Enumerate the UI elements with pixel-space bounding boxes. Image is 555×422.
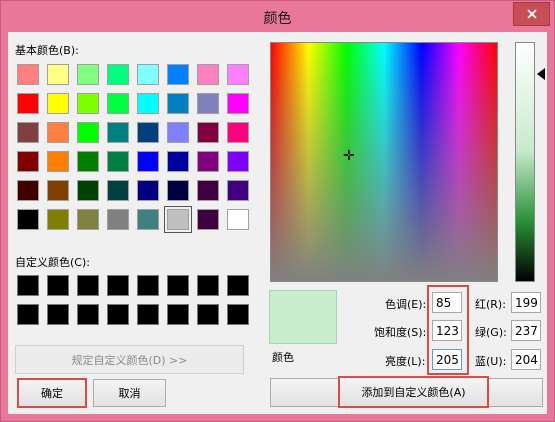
ok-button[interactable]: 确定 [17, 378, 87, 408]
basic-color-swatch[interactable] [17, 93, 39, 114]
custom-colors-label: 自定义颜色(C): [15, 256, 90, 269]
custom-color-swatch[interactable] [47, 304, 69, 325]
basic-color-swatch[interactable] [47, 122, 69, 143]
add-to-custom-colors-button[interactable]: 添加到自定义颜色(A) [338, 376, 489, 408]
basic-color-swatch[interactable] [197, 93, 219, 114]
cancel-button[interactable]: 取消 [93, 379, 166, 407]
green-label: 绿(G): [475, 326, 507, 339]
basic-color-swatch[interactable] [197, 64, 219, 85]
custom-color-swatch[interactable] [107, 304, 129, 325]
basic-color-swatch[interactable] [107, 64, 129, 85]
basic-color-swatch[interactable] [47, 151, 69, 172]
basic-color-swatch[interactable] [77, 180, 99, 201]
basic-color-swatch[interactable] [77, 151, 99, 172]
custom-color-swatch[interactable] [167, 304, 189, 325]
basic-color-swatch[interactable] [77, 122, 99, 143]
preview-label: 颜色 [272, 351, 294, 364]
basic-color-swatch[interactable] [17, 209, 39, 230]
custom-color-swatch[interactable] [227, 275, 249, 296]
basic-color-swatch[interactable] [197, 122, 219, 143]
basic-color-swatch[interactable] [107, 180, 129, 201]
basic-color-swatch[interactable] [137, 180, 159, 201]
basic-color-swatch[interactable] [167, 122, 189, 143]
basic-color-swatch[interactable] [227, 64, 249, 85]
luminance-arrow-icon[interactable] [537, 68, 545, 80]
basic-color-swatch[interactable] [17, 180, 39, 201]
basic-color-swatch[interactable] [107, 209, 129, 230]
hue-label: 色调(E): [385, 298, 427, 311]
define-custom-colors-button[interactable]: 规定自定义颜色(D) >> [15, 345, 244, 374]
dialog-body: 基本颜色(B): 自定义颜色(C): 规定自定义颜色(D) >> 确定 取消 ✛… [8, 32, 547, 414]
basic-color-swatch[interactable] [167, 93, 189, 114]
basic-color-swatch[interactable] [227, 209, 249, 230]
basic-colors-grid [17, 64, 249, 233]
basic-color-swatch[interactable] [47, 64, 69, 85]
basic-color-swatch[interactable] [197, 209, 219, 230]
blue-label: 蓝(U): [475, 355, 507, 368]
basic-color-swatch[interactable] [17, 151, 39, 172]
basic-color-swatch[interactable] [107, 93, 129, 114]
basic-color-swatch[interactable] [77, 209, 99, 230]
custom-color-swatch[interactable] [137, 275, 159, 296]
custom-color-swatch[interactable] [197, 275, 219, 296]
highlight-box [427, 285, 469, 375]
title-bar: 颜色 [1, 1, 554, 32]
basic-color-swatch[interactable] [107, 151, 129, 172]
dialog-title: 颜色 [263, 11, 292, 27]
basic-color-swatch[interactable] [227, 122, 249, 143]
color-spectrum[interactable]: ✛ [270, 42, 498, 282]
color-dialog: 颜色 基本颜色(B): 自定义颜色(C): 规定自定义颜色(D) >> 确定 取… [0, 0, 555, 422]
red-field[interactable]: 199 [511, 292, 541, 313]
basic-color-swatch[interactable] [167, 180, 189, 201]
basic-colors-label: 基本颜色(B): [15, 44, 79, 57]
basic-color-swatch[interactable] [137, 209, 159, 230]
basic-color-swatch[interactable] [227, 180, 249, 201]
close-button[interactable] [513, 2, 550, 26]
red-label: 红(R): [475, 298, 506, 311]
luminance-slider[interactable] [515, 42, 535, 282]
custom-color-swatch[interactable] [107, 275, 129, 296]
basic-color-swatch[interactable] [47, 93, 69, 114]
basic-color-swatch[interactable] [227, 151, 249, 172]
custom-color-swatch[interactable] [227, 304, 249, 325]
custom-color-swatch[interactable] [47, 275, 69, 296]
custom-color-swatch[interactable] [137, 304, 159, 325]
basic-color-swatch[interactable] [47, 209, 69, 230]
basic-color-swatch[interactable] [107, 122, 129, 143]
basic-color-swatch[interactable] [77, 93, 99, 114]
custom-color-swatch[interactable] [17, 275, 39, 296]
basic-color-swatch[interactable] [137, 93, 159, 114]
custom-colors-grid [17, 275, 249, 325]
custom-color-swatch[interactable] [17, 304, 39, 325]
basic-color-swatch[interactable] [167, 64, 189, 85]
saturation-label: 饱和度(S): [374, 326, 427, 339]
basic-color-swatch[interactable] [197, 180, 219, 201]
basic-color-swatch[interactable] [137, 122, 159, 143]
basic-color-swatch[interactable] [197, 151, 219, 172]
basic-color-swatch[interactable] [47, 180, 69, 201]
basic-color-swatch[interactable] [17, 64, 39, 85]
blue-field[interactable]: 204 [511, 349, 541, 370]
custom-color-swatch[interactable] [77, 304, 99, 325]
color-preview [269, 290, 337, 344]
custom-color-swatch[interactable] [77, 275, 99, 296]
green-field[interactable]: 237 [511, 320, 541, 341]
basic-color-swatch[interactable] [137, 151, 159, 172]
luminance-label: 亮度(L): [385, 355, 426, 368]
basic-color-swatch[interactable] [77, 64, 99, 85]
close-icon [526, 9, 537, 19]
basic-color-swatch[interactable] [17, 122, 39, 143]
custom-color-swatch[interactable] [167, 275, 189, 296]
basic-color-swatch[interactable] [137, 64, 159, 85]
custom-color-swatch[interactable] [197, 304, 219, 325]
crosshair-icon: ✛ [343, 148, 355, 164]
basic-color-swatch[interactable] [164, 206, 192, 233]
basic-color-swatch[interactable] [167, 151, 189, 172]
basic-color-swatch[interactable] [227, 93, 249, 114]
